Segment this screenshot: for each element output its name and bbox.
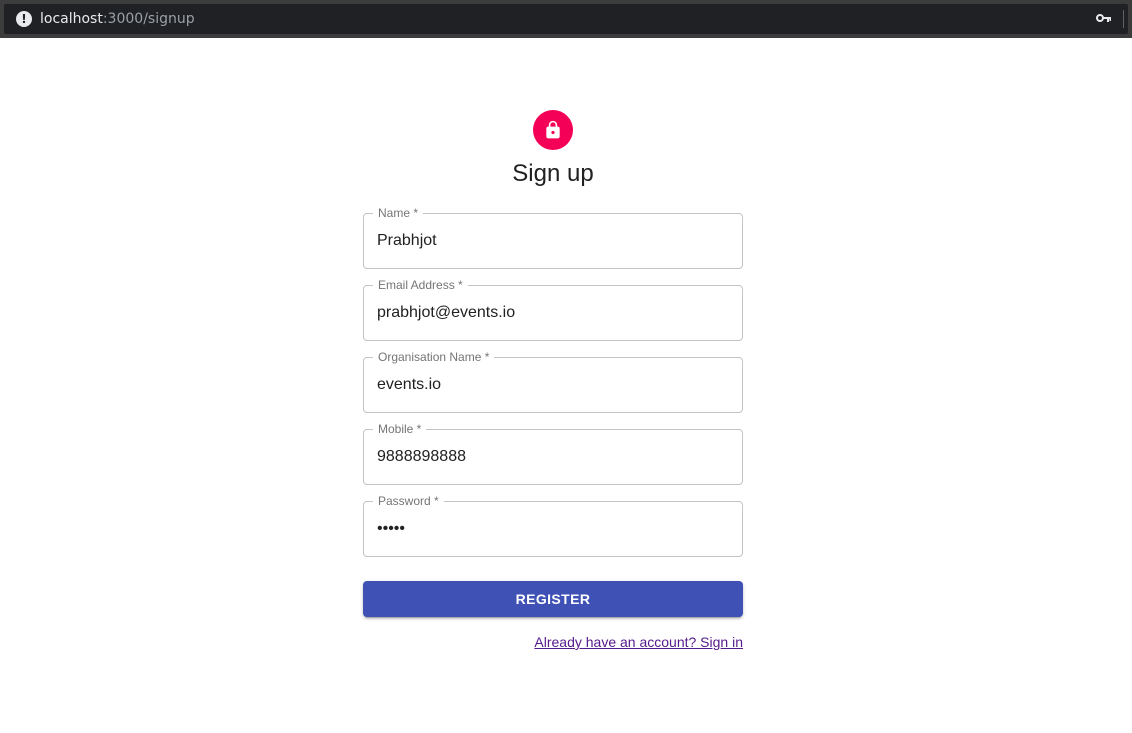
url-path: :3000/signup [102, 11, 195, 27]
lock-icon [546, 120, 560, 139]
password-label: Password * [373, 495, 444, 508]
toolbar-divider [1123, 10, 1124, 28]
page-title: Sign up [512, 160, 594, 187]
name-input[interactable]: Prabhjot [377, 231, 729, 251]
email-input[interactable]: prabhjot@events.io [377, 303, 729, 323]
mobile-input[interactable]: 9888898888 [377, 447, 729, 467]
password-input[interactable]: ••••• [377, 519, 729, 539]
address-bar[interactable]: ! localhost:3000/signup [4, 4, 1128, 34]
avatar [533, 110, 573, 150]
name-field[interactable]: Name * Prabhjot [363, 207, 743, 269]
email-label: Email Address * [373, 279, 468, 292]
register-button[interactable]: REGISTER [363, 581, 743, 617]
mobile-field[interactable]: Mobile * 9888898888 [363, 423, 743, 485]
email-field[interactable]: Email Address * prabhjot@events.io [363, 279, 743, 341]
mobile-label: Mobile * [373, 423, 427, 436]
name-label: Name * [373, 207, 424, 220]
sign-in-link[interactable]: Already have an account? Sign in [534, 633, 743, 651]
organisation-label: Organisation Name * [373, 351, 495, 364]
organisation-field[interactable]: Organisation Name * events.io [363, 351, 743, 413]
url-text[interactable]: localhost:3000/signup [40, 10, 195, 28]
url-host: localhost [40, 11, 103, 27]
organisation-input[interactable]: events.io [377, 375, 729, 395]
info-icon[interactable]: ! [16, 11, 32, 27]
key-icon[interactable] [1096, 12, 1112, 24]
browser-toolbar: ! localhost:3000/signup [0, 0, 1132, 38]
password-field[interactable]: Password * ••••• [363, 495, 743, 557]
